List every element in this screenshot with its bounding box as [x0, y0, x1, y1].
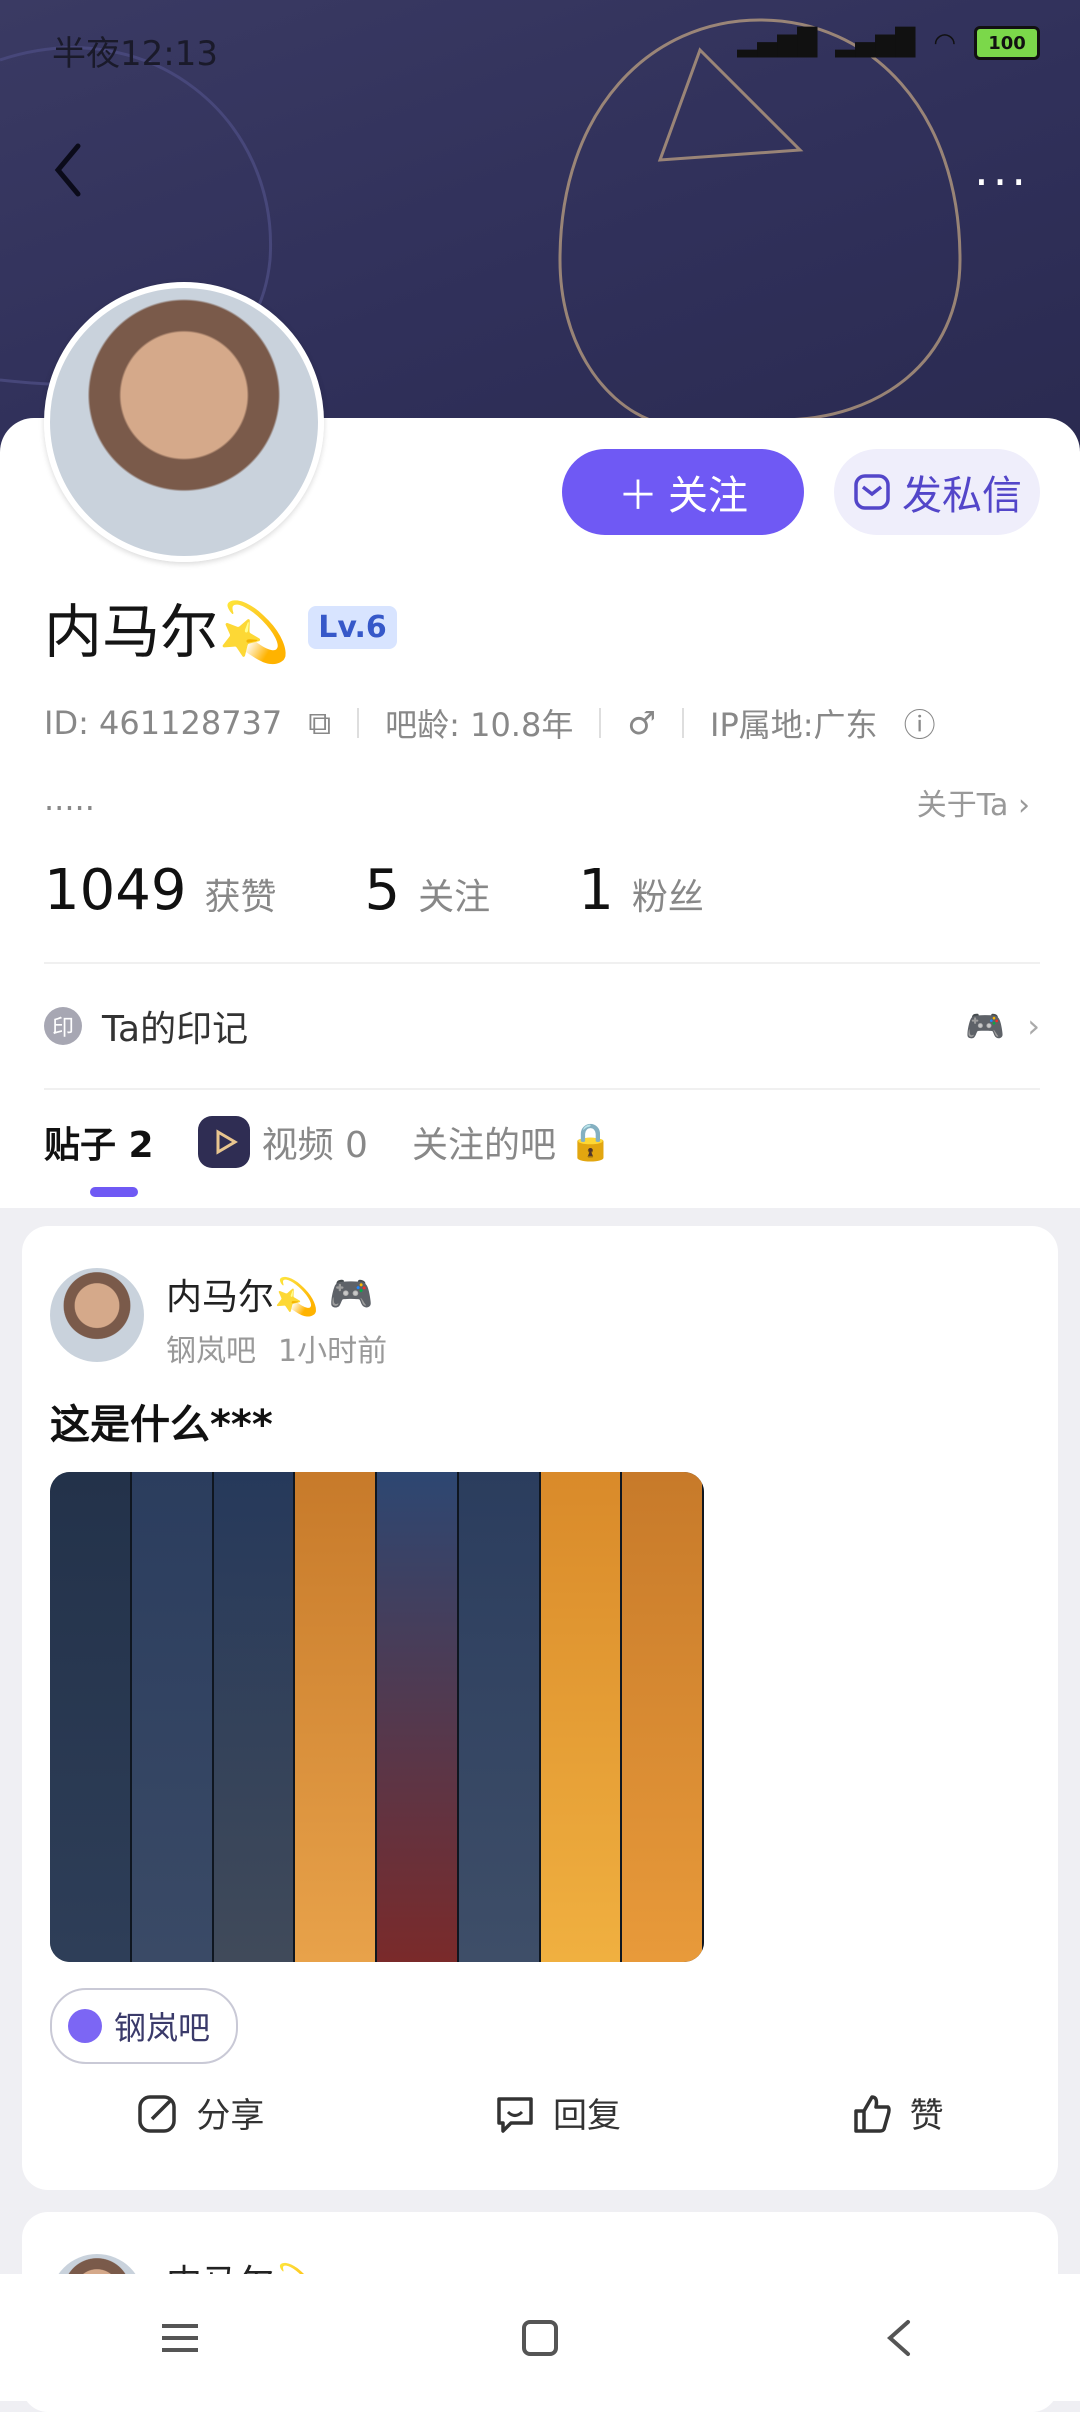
- image-strip: [50, 1472, 132, 1962]
- video-icon: [197, 1116, 250, 1168]
- about-link[interactable]: 关于Ta ›: [917, 780, 1030, 824]
- image-strip: [458, 1472, 541, 1962]
- marks-right: 🎮 ›: [965, 1007, 1040, 1045]
- gamepad-icon: 🎮: [328, 1274, 374, 1315]
- reply-label: 回复: [552, 2096, 621, 2136]
- profile-name: 内马尔💫: [44, 598, 291, 666]
- lock-icon: 🔒: [567, 1122, 613, 1163]
- divider: [357, 708, 360, 738]
- menu-icon: [162, 2323, 198, 2352]
- name-row: 内马尔💫 Lv.6: [44, 585, 397, 669]
- follow-button[interactable]: ＋ 关注: [562, 449, 804, 535]
- marks-row[interactable]: 印 Ta的印记 🎮 ›: [44, 998, 1040, 1054]
- status-time: 半夜12:13: [52, 34, 218, 74]
- help-icon[interactable]: ⓘ: [904, 700, 936, 746]
- share-icon: [138, 2094, 177, 2133]
- stat-value: 1: [578, 858, 614, 923]
- stat-label: 关注: [418, 877, 491, 918]
- gamepad-icon: 🎮: [965, 1007, 1006, 1045]
- post-meta: 钢岚吧 1小时前: [166, 1326, 387, 1370]
- battery-icon: 100: [974, 26, 1040, 60]
- divider: [44, 962, 1040, 964]
- signal-icon: ▂▄▆█: [737, 28, 818, 58]
- tab-posts[interactable]: 贴子 2: [44, 1116, 154, 1168]
- level-badge[interactable]: Lv.6: [308, 605, 397, 649]
- post-avatar[interactable]: [50, 1268, 144, 1362]
- about-label: 关于Ta: [916, 788, 1009, 823]
- chevron-right-icon: ›: [1018, 788, 1030, 823]
- post-title: 这是什么***: [50, 1402, 273, 1448]
- stat-label: 获赞: [204, 877, 277, 918]
- chevron-right-icon: ›: [1027, 1007, 1040, 1045]
- marks-label: Ta的印记: [102, 1009, 249, 1050]
- divider: [599, 708, 602, 738]
- post-time: 1小时前: [278, 1334, 388, 1369]
- profile-tabs: 贴子 2 视频 0 关注的吧 🔒: [44, 1116, 613, 1168]
- stat-value: 1049: [44, 858, 187, 923]
- active-tab-indicator: [90, 1187, 138, 1197]
- chevron-left-icon: [54, 143, 81, 197]
- stats-row: 1049 获赞 5 关注 1 粉丝: [44, 858, 704, 923]
- image-strip: [540, 1472, 623, 1962]
- divider: [682, 708, 685, 738]
- copy-icon[interactable]: ⧉: [308, 704, 331, 743]
- more-button[interactable]: ···: [974, 155, 1030, 209]
- forum-icon: [68, 2009, 102, 2043]
- stat-value: 5: [364, 858, 401, 923]
- home-button[interactable]: [500, 2308, 580, 2368]
- signal-2-icon: ▂▄▆█: [835, 28, 916, 58]
- stat-likes[interactable]: 1049 获赞: [44, 858, 277, 923]
- status-icons: ▂▄▆█ ▂▄▆█ ◠ 100: [737, 26, 1040, 60]
- forum-tag[interactable]: 钢岚吧: [50, 1988, 239, 2064]
- post-card[interactable]: 内马尔💫 🎮 钢岚吧 1小时前 这是什么*** 钢岚吧 分享 回复 赞: [22, 1226, 1058, 2190]
- image-strip: [622, 1472, 704, 1962]
- post-forum[interactable]: 钢岚吧: [166, 1326, 256, 1370]
- system-back-button[interactable]: [860, 2308, 940, 2368]
- wifi-icon: ◠: [933, 28, 956, 58]
- image-strip: [377, 1472, 459, 1962]
- tab-videos-label: 视频 0: [261, 1125, 368, 1166]
- user-id: ID: 461128737: [44, 704, 283, 742]
- back-button[interactable]: [50, 140, 90, 200]
- ip-location: IP属地:广东: [710, 706, 878, 744]
- tab-followed-forums[interactable]: 关注的吧 🔒: [412, 1116, 613, 1168]
- divider: [44, 1088, 1040, 1090]
- tab-videos[interactable]: 视频 0: [197, 1116, 368, 1168]
- forum-age: 吧龄: 10.8年: [385, 706, 574, 744]
- post-author-row: 内马尔💫 🎮: [166, 1268, 374, 1320]
- image-strip: [295, 1472, 377, 1962]
- post-image[interactable]: [50, 1472, 704, 1962]
- thumbs-up-icon: [853, 2094, 891, 2133]
- tab-forums-label: 关注的吧: [411, 1125, 556, 1166]
- post-actions: 分享 回复 赞: [22, 2088, 1058, 2137]
- like-label: 赞: [909, 2096, 944, 2136]
- message-button[interactable]: 发私信: [834, 449, 1040, 535]
- meta-row: ID: 461128737 ⧉ 吧龄: 10.8年 ♂ IP属地:广东 ⓘ: [44, 700, 936, 746]
- home-square-icon: [522, 2319, 558, 2356]
- mark-badge-icon: 印: [44, 1007, 82, 1045]
- post-author[interactable]: 内马尔💫: [166, 1268, 319, 1320]
- plus-icon: ＋: [618, 473, 658, 519]
- status-bar: 半夜12:13 ▂▄▆█ ▂▄▆█ ◠ 100: [0, 0, 1080, 90]
- system-nav-bar: [0, 2274, 1080, 2401]
- stat-following[interactable]: 5 关注: [365, 858, 491, 923]
- image-strip: [131, 1472, 214, 1962]
- forum-tag-label: 钢岚吧: [114, 2009, 211, 2047]
- avatar[interactable]: [44, 282, 324, 562]
- message-label: 发私信: [902, 473, 1022, 519]
- follow-label: 关注: [668, 473, 748, 519]
- mail-icon: [854, 474, 890, 510]
- share-button[interactable]: 分享: [136, 2088, 264, 2137]
- stat-label: 粉丝: [631, 877, 704, 918]
- comment-icon: [497, 2096, 533, 2133]
- menu-button[interactable]: [140, 2308, 220, 2368]
- gender-icon: ♂: [627, 704, 657, 742]
- like-button[interactable]: 赞: [850, 2088, 944, 2137]
- stat-fans[interactable]: 1 粉丝: [578, 858, 704, 923]
- reply-button[interactable]: 回复: [493, 2088, 621, 2137]
- image-strip: [213, 1472, 296, 1962]
- share-label: 分享: [196, 2096, 265, 2136]
- bio: .....: [44, 780, 95, 818]
- back-arrow-icon: [886, 2319, 910, 2356]
